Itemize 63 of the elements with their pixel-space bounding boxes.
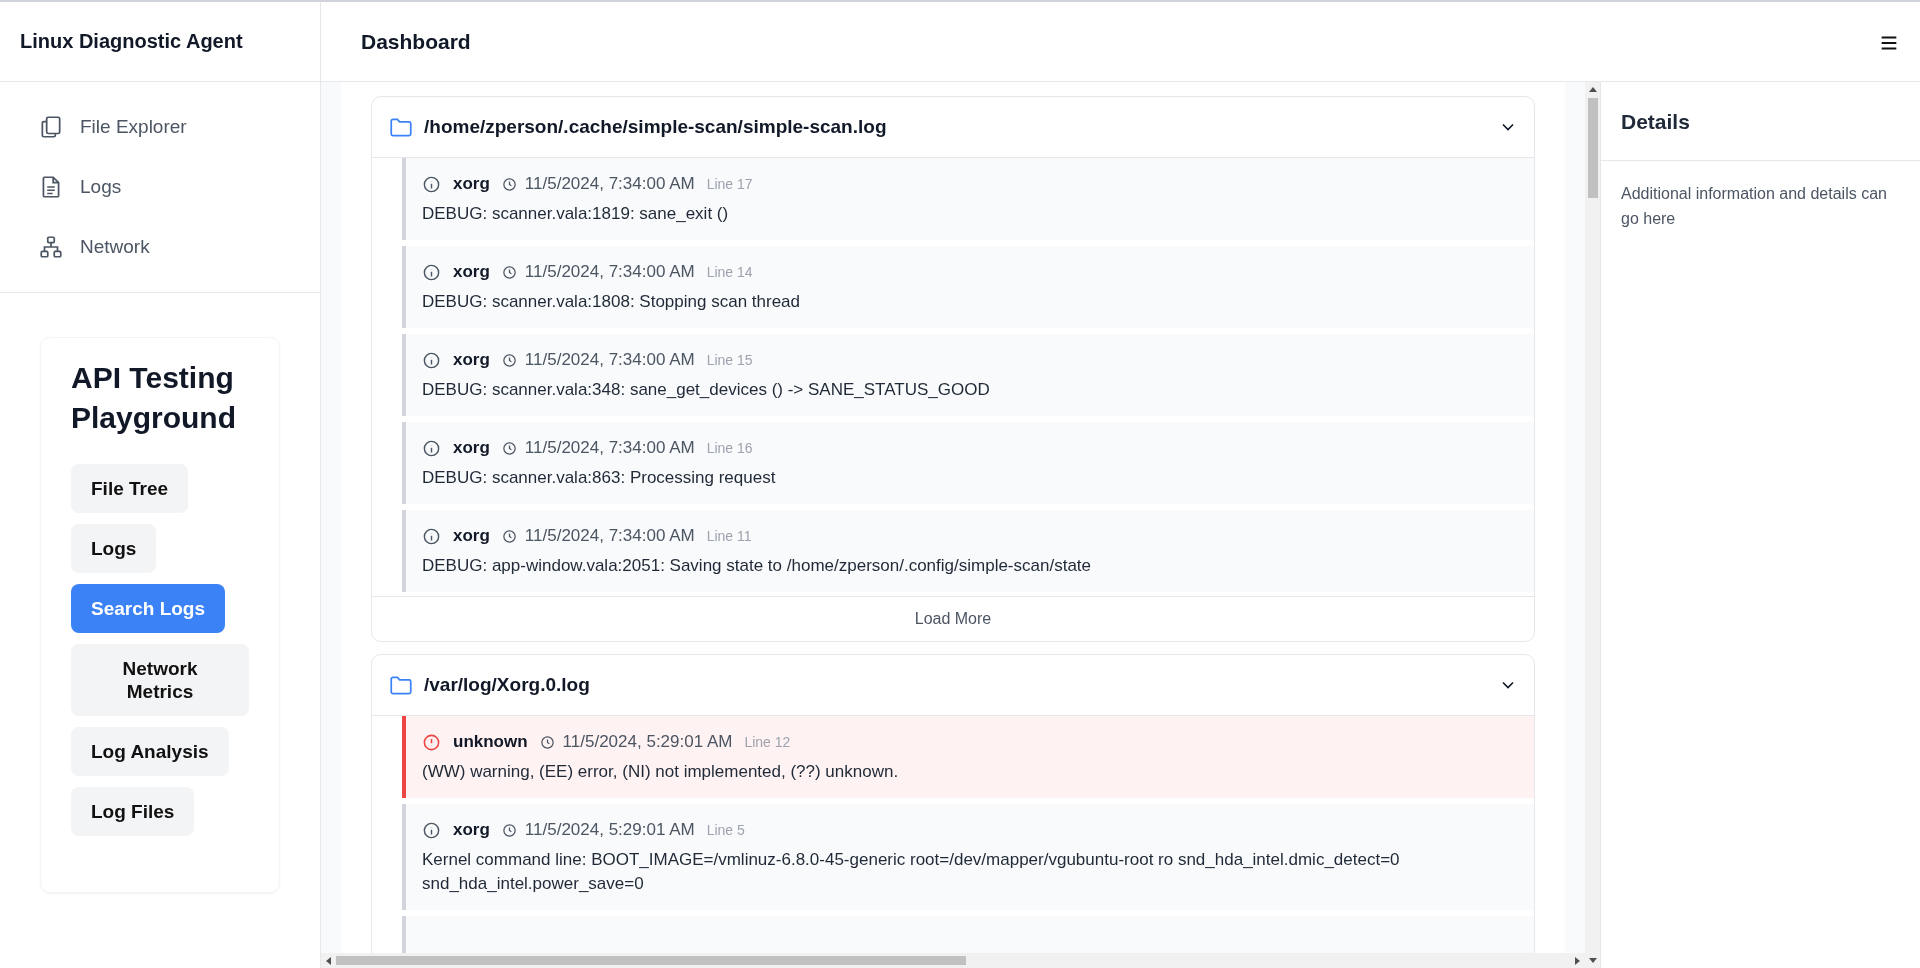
files-icon (38, 114, 64, 140)
clock-icon (501, 440, 517, 456)
log-source: xorg (453, 350, 490, 370)
log-source: xorg (453, 526, 490, 546)
api-button[interactable]: File Tree (71, 464, 189, 513)
clock-icon (501, 176, 517, 192)
playground-title: API Testing Playground (71, 360, 237, 436)
log-line-number: Line 17 (706, 176, 753, 192)
app-title: Linux Diagnostic Agent (20, 30, 243, 53)
clock-icon (501, 528, 517, 544)
log-timestamp: 11/5/2024, 5:29:01 AM (524, 820, 695, 840)
log-message: Kernel command line: BOOT_IMAGE=/vmlinuz-6.8.0-45-generic root=/dev/mapper/vgubuntu-root ro snd_hda_intel.dmic_detect=0 snd_hda_intel.power_save=0 (422, 849, 1401, 895)
log-line-number: Line 12 (744, 734, 791, 750)
alert-icon (422, 732, 441, 752)
log-message: DEBUG: scanner.vala:348: sane_get_devices () -> SANE_STATUS_GOOD (422, 379, 991, 401)
log-source: xorg (453, 438, 490, 458)
log-timestamp: 11/5/2024, 7:34:00 AM (524, 350, 695, 370)
clock-icon (501, 264, 517, 280)
log-line-number: Line 14 (706, 264, 753, 280)
network-icon (38, 234, 64, 260)
horizontal-scrollbar[interactable] (321, 953, 1585, 968)
nav-item[interactable]: Logs (38, 157, 122, 217)
log-line-number: Line 11 (706, 528, 752, 544)
log-source: unknown (453, 732, 528, 752)
nav-item[interactable]: Network (38, 217, 150, 277)
details-text: Additional information and details can go here (1620, 184, 1888, 229)
nav-item[interactable]: File Explorer (38, 97, 187, 157)
info-icon (422, 820, 441, 840)
clock-icon (539, 734, 555, 750)
log-timestamp: 11/5/2024, 7:34:00 AM (524, 174, 695, 194)
log-file-path: /home/zperson/.cache/simple-scan/simple-scan.log (424, 116, 888, 138)
load-more-button[interactable]: Load More (908, 609, 998, 629)
api-button[interactable]: Search Logs (71, 584, 226, 633)
log-message: (WW) warning, (EE) error, (NI) not implemented, (??) unknown. (422, 761, 900, 783)
log-message: DEBUG: scanner.vala:1819: sane_exit () (422, 203, 730, 225)
info-icon (422, 262, 441, 282)
details-title: Details (1601, 82, 1920, 161)
log-timestamp: 11/5/2024, 7:34:00 AM (524, 262, 695, 282)
page-title: Dashboard (361, 29, 471, 54)
api-button[interactable]: Log Files (71, 787, 195, 836)
log-message: DEBUG: scanner.vala:1808: Stopping scan thread (422, 291, 801, 313)
log-line-number: Line 16 (706, 440, 753, 456)
clock-icon (501, 822, 517, 838)
log-line-number: Line 15 (706, 352, 753, 368)
vertical-scrollbar[interactable] (1585, 82, 1600, 968)
log-source: xorg (453, 174, 490, 194)
log-timestamp: 11/5/2024, 7:34:00 AM (524, 526, 695, 546)
log-message: DEBUG: app-window.vala:2051: Saving state to /home/zperson/.config/simple-scan/state (422, 555, 1093, 577)
api-button[interactable]: Log Analysis (71, 727, 229, 776)
log-message: DEBUG: scanner.vala:863: Processing request (422, 467, 777, 489)
api-button[interactable]: Network Metrics (71, 644, 249, 716)
info-icon (422, 350, 441, 370)
log-source: xorg (453, 820, 490, 840)
log-timestamp: 11/5/2024, 5:29:01 AM (562, 732, 733, 752)
info-icon (422, 174, 441, 194)
info-icon (422, 438, 441, 458)
api-button[interactable]: Logs (71, 524, 157, 573)
log-line-number: Line 5 (706, 822, 745, 838)
log-file-path: /var/log/Xorg.0.log (424, 674, 591, 696)
info-icon (422, 526, 441, 546)
log-source: xorg (453, 262, 490, 282)
clock-icon (501, 352, 517, 368)
log-timestamp: 11/5/2024, 7:34:00 AM (524, 438, 695, 458)
